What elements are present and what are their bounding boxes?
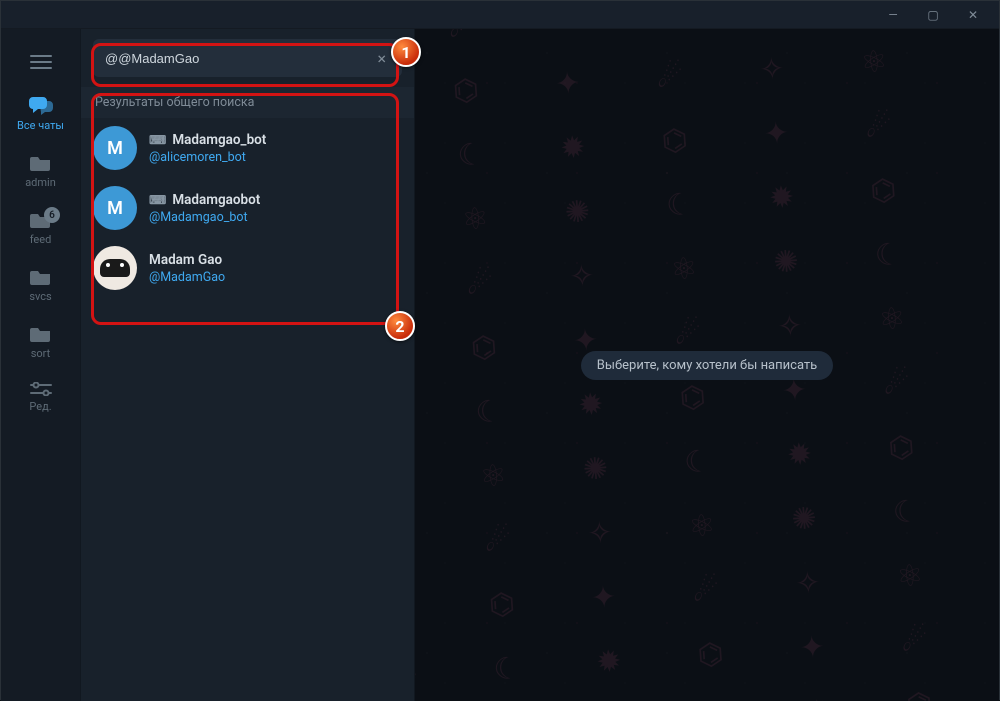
rail-item-label: svcs xyxy=(29,290,51,303)
result-handle: @Madamgao_bot xyxy=(149,210,260,225)
menu-icon xyxy=(30,55,52,69)
result-handle: @MadamGao xyxy=(149,270,225,285)
search-box[interactable]: × xyxy=(93,39,402,77)
search-row: × xyxy=(81,29,414,87)
rail-item-label: sort xyxy=(31,347,51,360)
chat-list-pane: × Результаты общего поиска M ⌨ Madamgao_… xyxy=(81,29,415,701)
result-name: Madamgao_bot xyxy=(172,132,266,148)
avatar: M xyxy=(93,186,137,230)
window-maximize-button[interactable]: ▢ xyxy=(913,1,953,29)
window-minimize-button[interactable]: — xyxy=(873,1,913,29)
folder-icon xyxy=(30,268,52,286)
window-titlebar: — ▢ ✕ xyxy=(1,1,999,29)
avatar: M xyxy=(93,126,137,170)
nav-rail: Все чаты admin 6 feed svcs sort xyxy=(1,29,81,701)
rail-item-label: admin xyxy=(25,176,56,189)
rail-item-edit[interactable]: Ред. xyxy=(1,372,80,425)
result-handle: @alicemoren_bot xyxy=(149,150,266,165)
sliders-icon xyxy=(30,382,52,396)
clear-search-icon[interactable]: × xyxy=(373,45,390,72)
result-name: Madam Gao xyxy=(149,252,222,268)
unread-badge: 6 xyxy=(44,207,60,223)
results-section-header: Результаты общего поиска xyxy=(81,87,414,118)
empty-chat-placeholder: Выберите, кому хотели бы написать xyxy=(581,351,833,380)
search-input[interactable] xyxy=(105,51,373,66)
rail-item-all-chats[interactable]: Все чаты xyxy=(1,85,80,144)
search-result[interactable]: M ⌨ Madamgaobot @Madamgao_bot xyxy=(81,178,414,238)
main-menu-button[interactable] xyxy=(1,39,80,85)
rail-item-admin[interactable]: admin xyxy=(1,144,80,201)
search-result[interactable]: M ⌨ Madamgao_bot @alicemoren_bot xyxy=(81,118,414,178)
chat-main-area: ✦ ☄ ✧ ⚛ ✺ ☾ ✹ ⌬ ✦ ☄ ✧ ⚛ ✺ ☾ ✹ ⌬ ✦ ☄ ✧ ⚛ … xyxy=(415,29,999,701)
avatar xyxy=(93,246,137,290)
search-result[interactable]: Madam Gao @MadamGao xyxy=(81,238,414,298)
rail-item-feed[interactable]: 6 feed xyxy=(1,201,80,258)
rail-item-label: Ред. xyxy=(29,400,51,413)
bot-icon: ⌨ xyxy=(149,133,166,147)
result-name: Madamgaobot xyxy=(172,192,260,208)
rail-item-label: Все чаты xyxy=(17,119,64,132)
chat-icon xyxy=(29,95,53,115)
folder-icon xyxy=(30,154,52,172)
rail-item-label: feed xyxy=(30,233,52,246)
folder-icon xyxy=(30,325,52,343)
rail-item-sort[interactable]: sort xyxy=(1,315,80,372)
rail-item-svcs[interactable]: svcs xyxy=(1,258,80,315)
window-close-button[interactable]: ✕ xyxy=(953,1,993,29)
bot-icon: ⌨ xyxy=(149,193,166,207)
